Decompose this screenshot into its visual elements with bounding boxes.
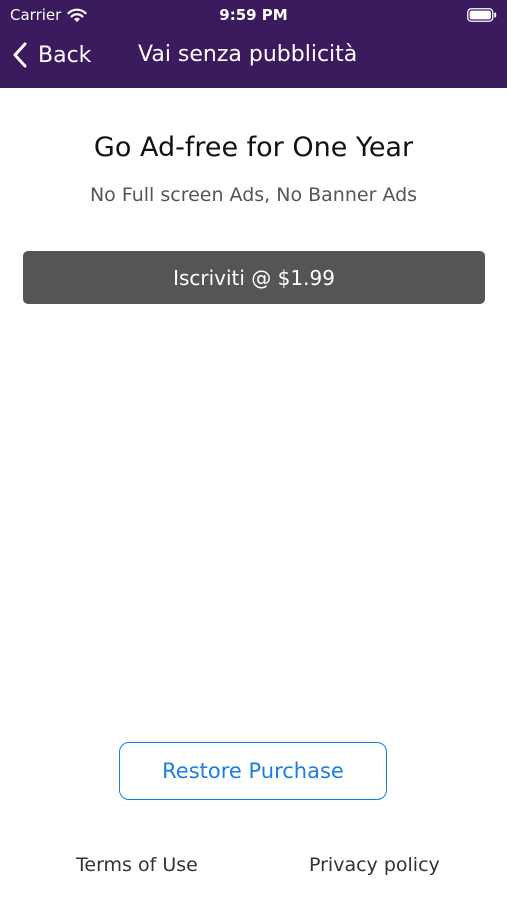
status-bar: Carrier 9:59 PM [0, 0, 507, 30]
back-button[interactable]: Back [12, 42, 91, 68]
offer-subhead: No Full screen Ads, No Banner Ads [89, 184, 418, 206]
offer-headline: Go Ad-free for One Year [93, 132, 414, 163]
subscribe-label: Iscriviti @ $1.99 [173, 265, 335, 290]
privacy-policy-link[interactable]: Privacy policy [309, 854, 440, 876]
header: Carrier 9:59 PM Back Vai senza pubblicit… [0, 0, 507, 88]
back-label: Back [38, 42, 92, 68]
restore-purchase-label: Restore Purchase [162, 759, 344, 783]
restore-purchase-button[interactable]: Restore Purchase [119, 742, 387, 800]
terms-of-use-link[interactable]: Terms of Use [76, 854, 198, 876]
chevron-left-icon [13, 42, 27, 68]
subscribe-button[interactable]: Iscriviti @ $1.99 [23, 251, 485, 304]
page-title: Vai senza pubblicità [138, 42, 358, 67]
nav-bar: Back Vai senza pubblicità [0, 34, 507, 80]
status-time: 9:59 PM [219, 6, 288, 24]
battery-icon [467, 8, 497, 22]
